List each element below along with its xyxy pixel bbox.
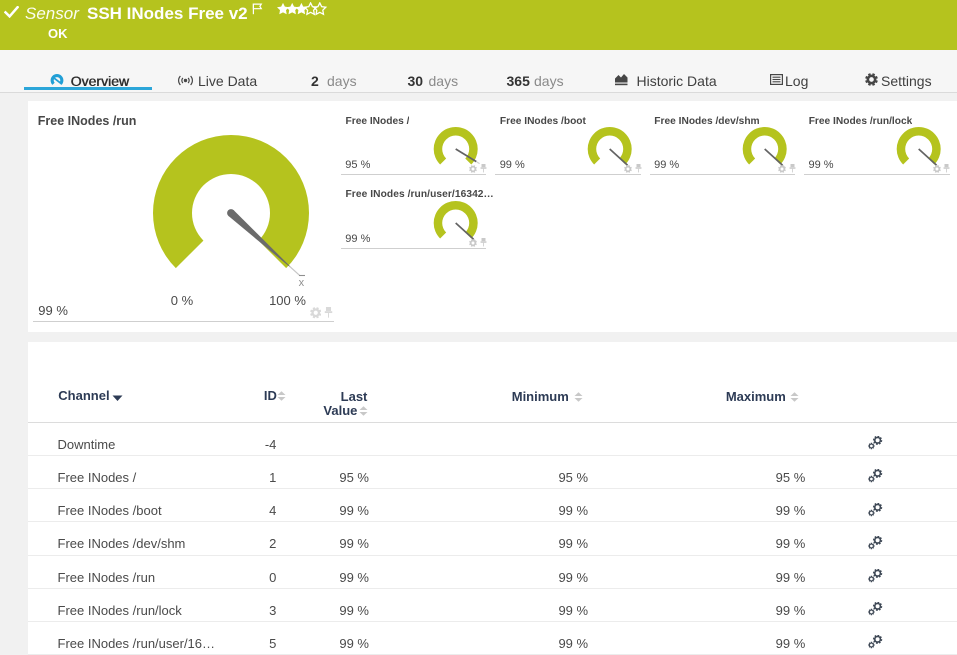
svg-text:x: x: [299, 277, 305, 289]
